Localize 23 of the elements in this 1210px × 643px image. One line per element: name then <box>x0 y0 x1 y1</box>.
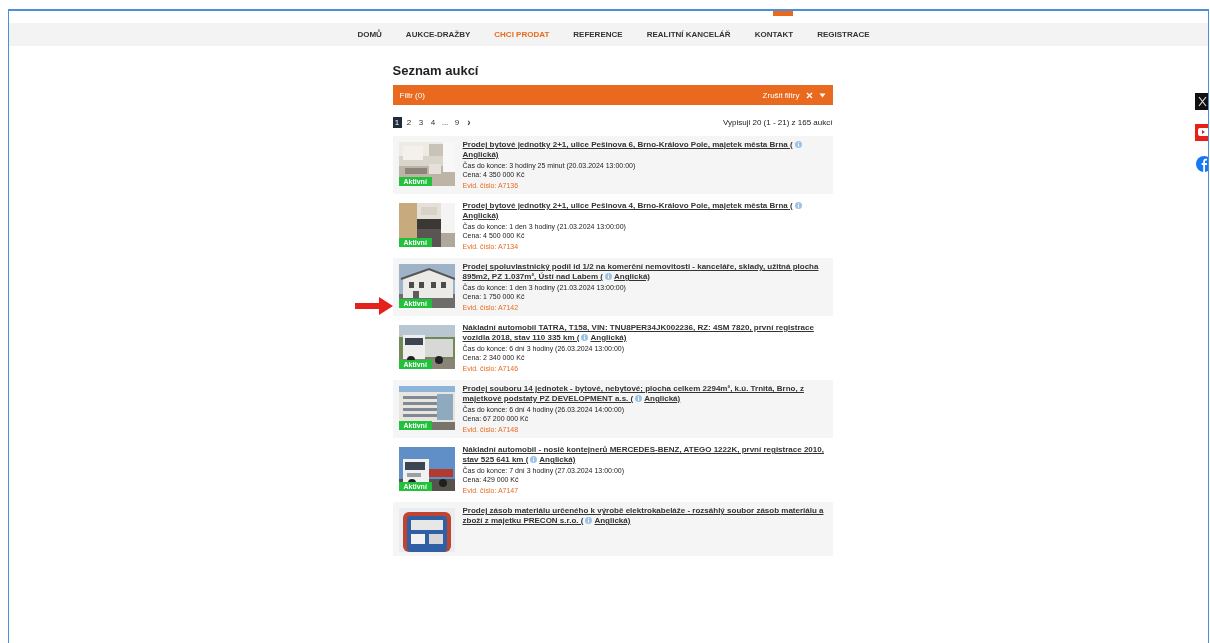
auction-link[interactable]: Nákladní automobil TATRA, T158, VIN: TNU8PER34JK002236, RZ: 4SM 7820, první registrace vozidla 2018, stav 110 335 km ( Anglická) <box>462 323 827 343</box>
auction-link[interactable]: Prodej zásob materiálu určeného k výrobě elektrokabeláže - rozsáhlý soubor zásob materiálu a zboží z majetku PRECON s.r.o. ( Anglická) <box>462 506 827 526</box>
nav-link[interactable]: DOMŮ <box>357 30 382 39</box>
filter-label: Filtr (0) <box>399 90 425 100</box>
nav-link[interactable]: AUKCE-DRAŽBY <box>405 30 471 39</box>
nav-link[interactable]: REGISTRACE <box>817 30 870 39</box>
auction-link[interactable]: Prodej souboru 14 jednotek - bytové, nebytové; plocha celkem 2294m², k.ú. Trnitá, Brno, z majetkové podstaty PZ DEVELOPMENT a.s. ( Anglická) <box>462 384 827 404</box>
auction-link[interactable]: Prodej spoluvlastnický podíl id 1/2 na komerční nemovitosti - kanceláře, sklady, užitná plocha 895m2, PZ 1.037m², Ústí nad Labem ( Anglická) <box>462 262 827 282</box>
results-summary: Vypisuji 20 (1 - 21) z 165 aukcí <box>722 117 833 127</box>
auction-link[interactable]: Nákladní automobil - nosič kontejnerů MERCEDES-BENZ, ATEGO 1222K, první registrace 2010, stav 525 641 km ( Anglická) <box>462 445 827 465</box>
nav-link[interactable]: KONTAKT <box>754 30 794 39</box>
page-link[interactable]: 1 <box>392 116 402 128</box>
page-link[interactable]: 9 <box>452 116 462 128</box>
page-link[interactable]: 2 <box>404 116 414 128</box>
page-title: Seznam aukcí <box>392 62 480 80</box>
page-link[interactable]: 4 <box>428 116 438 128</box>
page-link[interactable]: ... <box>440 116 450 128</box>
nav-link[interactable]: REFERENCE <box>573 30 623 39</box>
page-link[interactable]: 3 <box>416 116 426 128</box>
auction-link[interactable]: Prodej bytové jednotky 2+1, ulice Pešinova 4, Brno-Královo Pole, majetek města Brna ( Anglická) <box>462 201 827 221</box>
next-page-link[interactable]: › <box>464 116 474 128</box>
auction-link[interactable]: Prodej bytové jednotky 2+1, ulice Pešinova 6, Brno-Královo Pole, majetek města Brna ( Anglická) <box>462 140 827 160</box>
nav-link[interactable]: REALITNÍ KANCELÁŘ <box>646 30 731 39</box>
